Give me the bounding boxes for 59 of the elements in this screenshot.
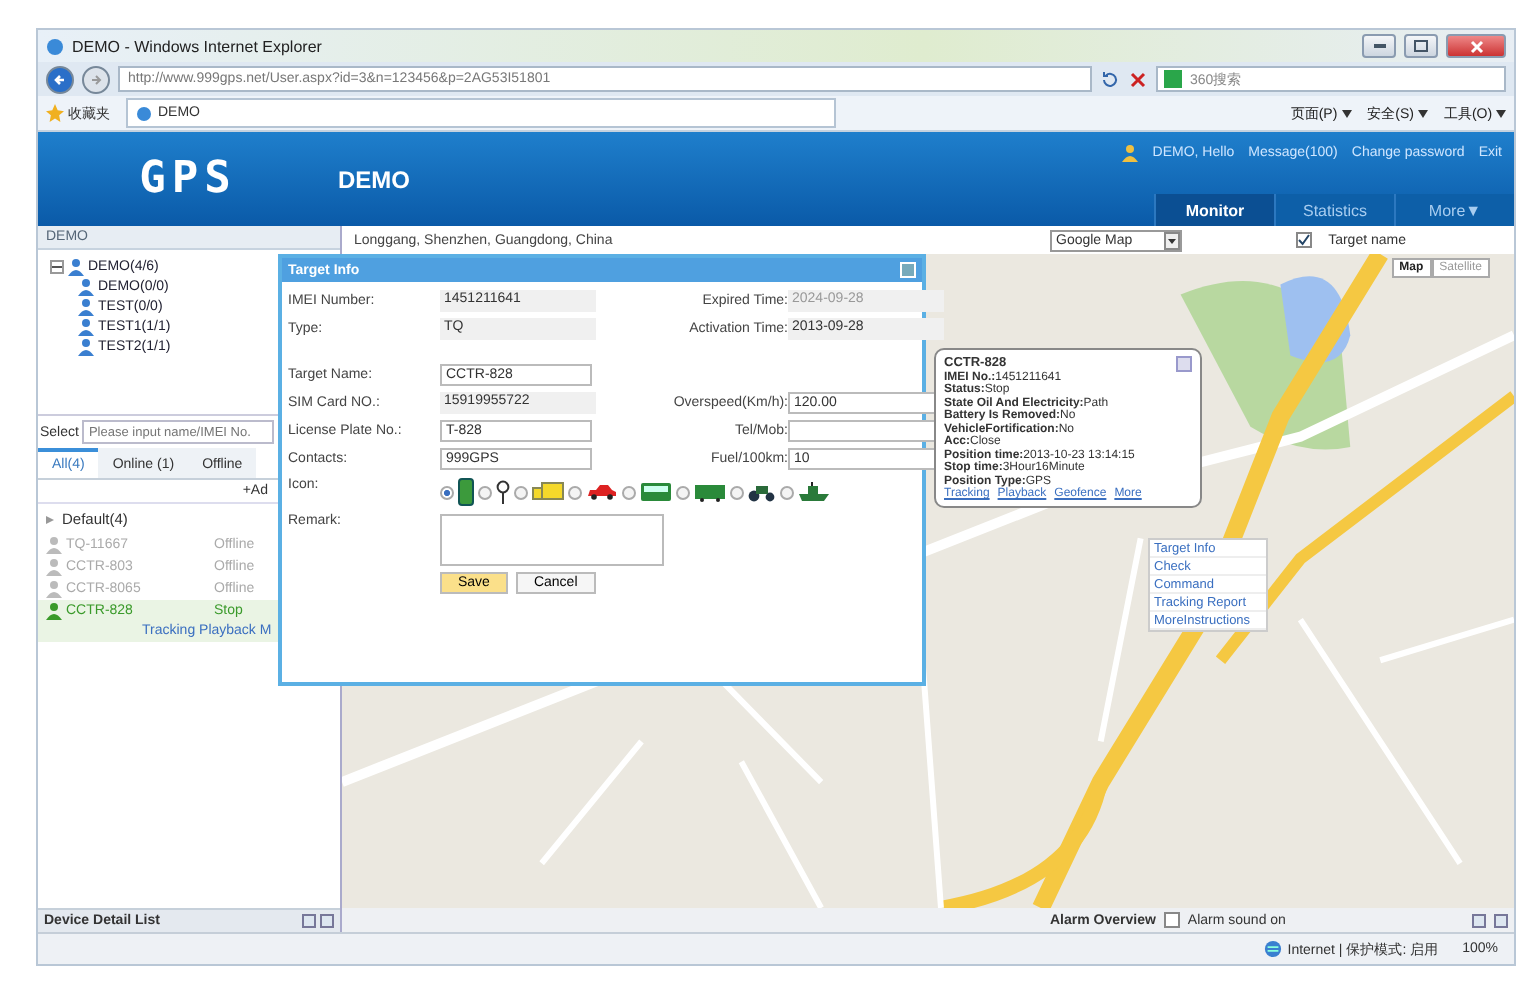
- car-icon: [586, 484, 618, 500]
- page-icon: [136, 105, 152, 121]
- radio-button[interactable]: [730, 485, 744, 499]
- person-icon: [1122, 144, 1139, 162]
- minimize-button[interactable]: [1362, 34, 1396, 58]
- forward-button[interactable]: [82, 65, 110, 93]
- radio-button[interactable]: [568, 485, 582, 499]
- phone-icon: [458, 478, 474, 506]
- back-arrow-icon: [52, 71, 68, 87]
- radio-button[interactable]: [514, 485, 528, 499]
- checkbox[interactable]: [1296, 232, 1313, 248]
- stop-icon[interactable]: [1128, 69, 1148, 89]
- person-icon: [46, 602, 62, 620]
- radio-button[interactable]: [676, 485, 690, 499]
- radio-button[interactable]: [478, 485, 492, 499]
- collapse-icon[interactable]: [44, 513, 56, 525]
- person-icon: [46, 580, 62, 598]
- tree-toggle[interactable]: [50, 260, 64, 274]
- globe-icon: [1263, 940, 1282, 958]
- restore-button[interactable]: [320, 914, 334, 928]
- radio-button[interactable]: [780, 485, 794, 499]
- radio-button[interactable]: [622, 485, 636, 499]
- logo: GPS: [137, 152, 239, 208]
- dropdown-icon: [1164, 231, 1180, 249]
- minimize-button[interactable]: [302, 914, 316, 928]
- check-icon: [1298, 234, 1311, 246]
- minimize-icon: [1373, 44, 1385, 48]
- person-icon: [46, 558, 62, 576]
- nav-tab[interactable]: Statistics: [1274, 194, 1394, 226]
- minimize-button[interactable]: [1472, 913, 1486, 927]
- checkbox[interactable]: [1163, 912, 1180, 928]
- back-button[interactable]: [46, 65, 74, 93]
- close-icon: [1469, 39, 1483, 53]
- maximize-icon: [1414, 40, 1428, 52]
- caret-icon: [1496, 109, 1506, 117]
- search-engine-icon: [1164, 70, 1182, 88]
- nav-tab[interactable]: More▼: [1394, 194, 1514, 226]
- van-icon: [694, 483, 726, 501]
- forward-arrow-icon: [88, 71, 104, 87]
- remark-field[interactable]: [440, 514, 664, 566]
- caret-icon: [1417, 109, 1428, 117]
- radio-button[interactable]: [440, 485, 454, 499]
- boat-icon: [798, 482, 830, 502]
- browser-logo-icon: [46, 37, 64, 55]
- restore-button[interactable]: [1494, 913, 1508, 927]
- star-icon: [46, 104, 64, 122]
- refresh-icon[interactable]: [1100, 69, 1120, 89]
- maximize-button[interactable]: [1404, 34, 1438, 58]
- bus-icon: [640, 481, 672, 503]
- caret-icon: [1341, 109, 1352, 117]
- input-field[interactable]: [788, 420, 940, 442]
- nav-tab[interactable]: Monitor: [1154, 194, 1274, 226]
- tractor-icon: [748, 483, 776, 501]
- pin-icon: [496, 480, 510, 504]
- app-title: DEMO: [338, 165, 410, 193]
- window-title: DEMO - Windows Internet Explorer: [72, 37, 324, 55]
- truck-icon: [532, 482, 564, 502]
- person-icon: [46, 536, 62, 554]
- close-button[interactable]: [1446, 34, 1506, 58]
